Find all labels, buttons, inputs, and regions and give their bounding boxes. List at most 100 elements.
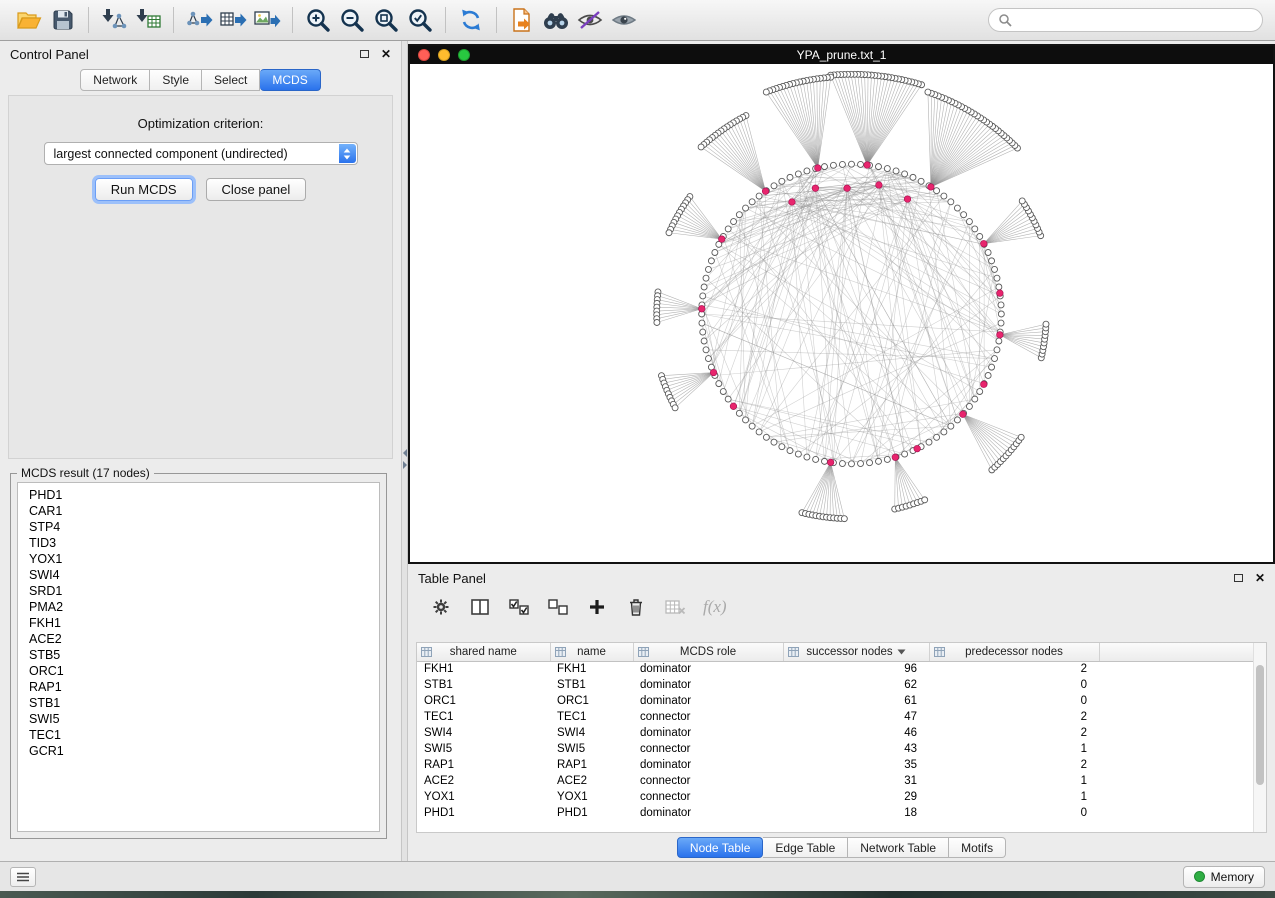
add-column-button[interactable] (586, 594, 608, 620)
result-item[interactable]: YOX1 (29, 551, 379, 567)
table-settings-button[interactable] (430, 594, 452, 620)
refresh-icon (458, 7, 484, 33)
hide-annotations-button[interactable] (573, 4, 607, 36)
result-item[interactable]: RAP1 (29, 679, 379, 695)
result-item[interactable]: STB1 (29, 695, 379, 711)
trash-icon (628, 598, 644, 617)
close-table-panel-icon[interactable]: ✕ (1255, 572, 1265, 584)
delete-column-button[interactable] (625, 594, 647, 620)
tab-mcds[interactable]: MCDS (260, 69, 320, 91)
table-row[interactable]: STB1STB1dominator620 (417, 677, 1266, 693)
eye-icon (610, 9, 638, 31)
open-file-button[interactable] (12, 4, 46, 36)
splitter-collapse-icons[interactable] (402, 449, 407, 469)
network-canvas[interactable] (410, 64, 1273, 562)
column-header-shared-name[interactable]: shared name (417, 643, 550, 661)
status-menu-button[interactable] (10, 867, 36, 887)
result-item[interactable]: PHD1 (29, 487, 379, 503)
table-tab-network-table[interactable]: Network Table (848, 837, 949, 858)
table-row[interactable]: PHD1PHD1dominator180 (417, 805, 1266, 821)
mcds-result-list: PHD1CAR1STP4TID3YOX1SWI4SRD1PMA2FKH1ACE2… (17, 482, 380, 832)
result-item[interactable]: ORC1 (29, 663, 379, 679)
table-scrollbar[interactable] (1253, 643, 1266, 832)
collapse-left-icon[interactable] (403, 449, 407, 457)
run-mcds-button[interactable]: Run MCDS (95, 178, 193, 201)
node-table: shared namenameMCDS rolesuccessor nodesp… (416, 642, 1267, 833)
column-header-successor-nodes[interactable]: successor nodes (783, 643, 929, 661)
column-header-name[interactable]: name (550, 643, 633, 661)
float-table-panel-icon[interactable] (1234, 574, 1243, 582)
show-columns-button[interactable] (469, 594, 491, 620)
result-item[interactable]: FKH1 (29, 615, 379, 631)
import-table-button[interactable] (131, 4, 165, 36)
split-divider[interactable] (401, 41, 408, 861)
deselect-all-button[interactable] (547, 594, 569, 620)
table-row[interactable]: TEC1TEC1connector472 (417, 709, 1266, 725)
result-item[interactable]: ACE2 (29, 631, 379, 647)
save-session-button[interactable] (46, 4, 80, 36)
result-item[interactable]: SRD1 (29, 583, 379, 599)
select-all-button[interactable] (508, 594, 530, 620)
tab-select[interactable]: Select (202, 69, 260, 91)
close-panel-icon[interactable]: ✕ (381, 48, 391, 60)
result-item[interactable]: STP4 (29, 519, 379, 535)
table-row[interactable]: SWI4SWI4dominator462 (417, 725, 1266, 741)
result-item[interactable]: GCR1 (29, 743, 379, 759)
find-button[interactable] (539, 4, 573, 36)
node-table-grid: shared namenameMCDS rolesuccessor nodesp… (417, 643, 1266, 821)
result-item[interactable]: CAR1 (29, 503, 379, 519)
column-header-predecessor-nodes[interactable]: predecessor nodes (929, 643, 1099, 661)
table-tab-edge-table[interactable]: Edge Table (763, 837, 848, 858)
close-panel-button[interactable]: Close panel (206, 178, 307, 201)
maximize-window-icon[interactable] (458, 49, 470, 61)
export-image-button[interactable] (250, 4, 284, 36)
result-item[interactable]: TEC1 (29, 727, 379, 743)
table-tab-motifs[interactable]: Motifs (949, 837, 1006, 858)
table-row[interactable]: RAP1RAP1dominator352 (417, 757, 1266, 773)
close-window-icon[interactable] (418, 49, 430, 61)
gear-icon (432, 598, 450, 616)
criterion-dropdown[interactable]: largest connected component (undirected) (44, 142, 358, 165)
zoom-selected-button[interactable] (403, 4, 437, 36)
table-row[interactable]: ACE2ACE2connector311 (417, 773, 1266, 789)
search-input[interactable] (1018, 13, 1253, 27)
function-builder-button[interactable]: f(x) (703, 594, 727, 620)
minimize-window-icon[interactable] (438, 49, 450, 61)
table-row[interactable]: YOX1YOX1connector291 (417, 789, 1266, 805)
table-row[interactable]: ORC1ORC1dominator610 (417, 693, 1266, 709)
table-tab-node-table[interactable]: Node Table (677, 837, 764, 858)
zoom-in-button[interactable] (301, 4, 335, 36)
result-item[interactable]: STB5 (29, 647, 379, 663)
export-network-button[interactable] (182, 4, 216, 36)
float-panel-icon[interactable] (360, 50, 369, 58)
tab-network[interactable]: Network (80, 69, 150, 91)
node-table-header-row: shared namenameMCDS rolesuccessor nodesp… (417, 643, 1266, 661)
table-row[interactable]: FKH1FKH1dominator962 (417, 661, 1266, 677)
zoom-fit-button[interactable] (369, 4, 403, 36)
result-item[interactable]: PMA2 (29, 599, 379, 615)
tab-style[interactable]: Style (150, 69, 202, 91)
result-item[interactable]: SWI4 (29, 567, 379, 583)
table-row[interactable]: SWI5SWI5connector431 (417, 741, 1266, 757)
network-window-title: YPA_prune.txt_1 (797, 48, 887, 62)
collapse-right-icon[interactable] (403, 461, 407, 469)
import-network-button[interactable] (97, 4, 131, 36)
main-toolbar (0, 0, 1275, 41)
memory-button[interactable]: Memory (1183, 866, 1265, 888)
delete-table-button[interactable] (664, 594, 686, 620)
network-window-titlebar[interactable]: YPA_prune.txt_1 (410, 46, 1273, 64)
zoom-out-button[interactable] (335, 4, 369, 36)
export-table-button[interactable] (216, 4, 250, 36)
result-item[interactable]: TID3 (29, 535, 379, 551)
table-scrollbar-thumb[interactable] (1256, 665, 1264, 785)
refresh-view-button[interactable] (454, 4, 488, 36)
delete-table-icon (665, 599, 686, 615)
share-document-button[interactable] (505, 4, 539, 36)
column-header-mcds-role[interactable]: MCDS role (633, 643, 783, 661)
show-graphics-button[interactable] (607, 4, 641, 36)
export-network-icon (185, 7, 213, 33)
table-tabs: Node TableEdge TableNetwork TableMotifs (408, 837, 1275, 858)
result-item[interactable]: SWI5 (29, 711, 379, 727)
network-window: YPA_prune.txt_1 (408, 44, 1275, 564)
control-panel: Control Panel ✕ NetworkStyleSelectMCDS O… (0, 41, 401, 861)
